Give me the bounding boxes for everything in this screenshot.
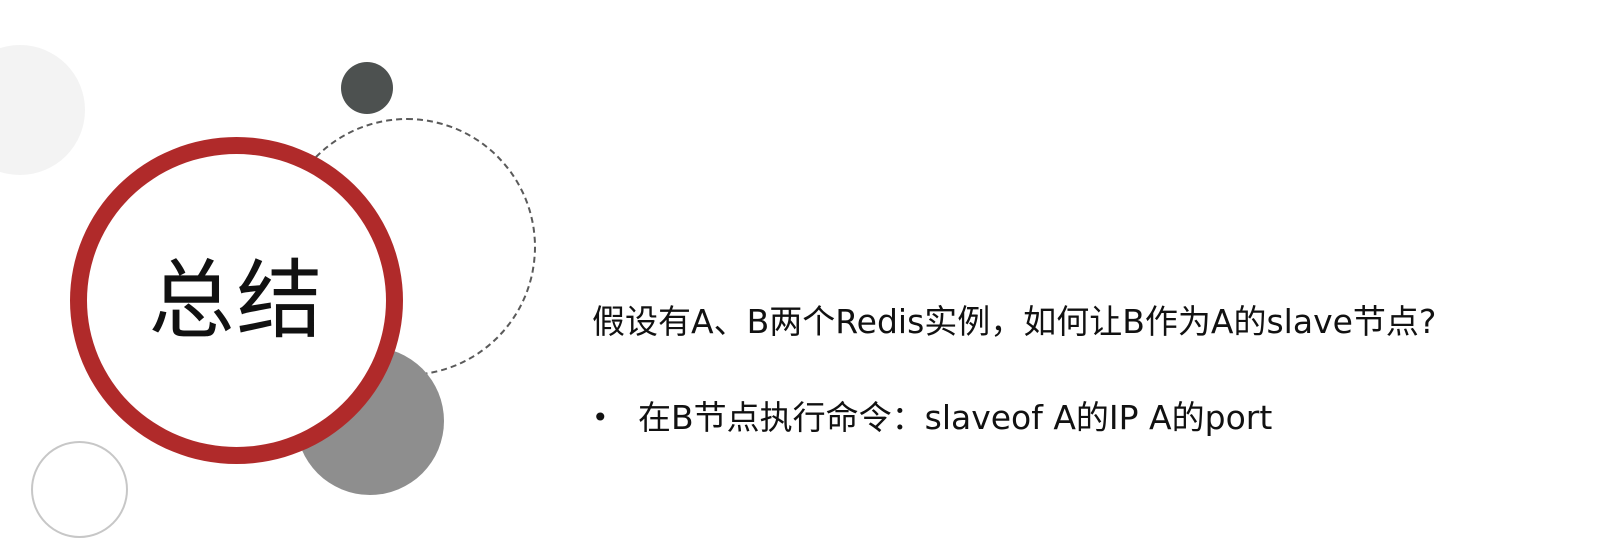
decorative-dark-dot (341, 62, 393, 114)
title-ring: 总结 (70, 137, 403, 464)
decorative-light-gray-circle (0, 45, 85, 175)
bullet-marker: • (592, 401, 609, 434)
decorative-outline-circle (31, 441, 128, 538)
bullet-text: 在B节点执行命令：slaveof A的IP A的port (638, 398, 1273, 437)
slide-title: 总结 (148, 250, 325, 351)
question-text: 假设有A、B两个Redis实例，如何让B作为A的slave节点? (592, 302, 1437, 341)
bullet-item: • 在B节点执行命令：slaveof A的IP A的port (592, 396, 1272, 440)
